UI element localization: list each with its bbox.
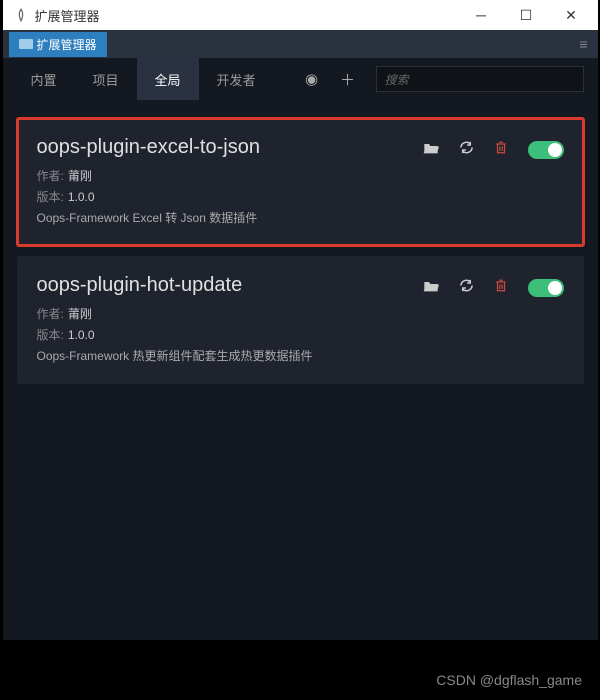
trash-icon[interactable] (494, 278, 508, 297)
folder-icon[interactable] (423, 279, 439, 297)
tab-project[interactable]: 项目 (75, 58, 137, 100)
tab-builtin[interactable]: 内置 (13, 58, 75, 100)
version-line: 版本:1.0.0 (37, 326, 564, 343)
enable-toggle[interactable] (528, 279, 564, 297)
plugin-card: oops-plugin-excel-to-json 作者:莆刚 (17, 118, 584, 246)
plugin-description: Oops-Framework 热更新组件配套生成热更数据插件 (37, 347, 564, 364)
panel-tab-label: 扩展管理器 (37, 36, 97, 53)
titlebar: 扩展管理器 ─ ☐ ✕ (3, 0, 598, 30)
search-placeholder: 搜索 (385, 71, 409, 88)
window-controls: ─ ☐ ✕ (459, 0, 594, 30)
import-icon[interactable]: ◉ (294, 58, 330, 100)
plugin-card: oops-plugin-hot-update 作者:莆刚 (17, 256, 584, 384)
plugin-description: Oops-Framework Excel 转 Json 数据插件 (37, 209, 564, 226)
card-actions (423, 136, 564, 159)
author-line: 作者:莆刚 (37, 167, 564, 184)
panel-tab[interactable]: 扩展管理器 (9, 32, 107, 57)
folder-icon[interactable] (423, 141, 439, 159)
refresh-icon[interactable] (459, 278, 474, 297)
tab-global[interactable]: 全局 (137, 58, 199, 100)
card-header: oops-plugin-excel-to-json (37, 136, 564, 159)
card-header: oops-plugin-hot-update (37, 274, 564, 297)
app-icon (13, 7, 29, 23)
search-input[interactable]: 搜索 (376, 66, 584, 92)
minimize-button[interactable]: ─ (459, 0, 504, 30)
add-icon[interactable]: ＋ (330, 58, 366, 100)
maximize-button[interactable]: ☐ (504, 0, 549, 30)
panel-icon (19, 39, 33, 49)
subheader: 扩展管理器 ≡ (3, 30, 598, 58)
plugin-list: oops-plugin-excel-to-json 作者:莆刚 (3, 100, 598, 640)
refresh-icon[interactable] (459, 140, 474, 159)
menu-icon[interactable]: ≡ (575, 36, 591, 52)
enable-toggle[interactable] (528, 141, 564, 159)
plugin-name: oops-plugin-hot-update (37, 274, 423, 297)
watermark: CSDN @dgflash_game (436, 672, 582, 688)
app-window: 扩展管理器 ─ ☐ ✕ 扩展管理器 ≡ 内置 项目 全局 开发者 ◉ ＋ 搜索 … (3, 0, 598, 640)
version-line: 版本:1.0.0 (37, 188, 564, 205)
window-title: 扩展管理器 (35, 6, 459, 25)
plugin-name: oops-plugin-excel-to-json (37, 136, 423, 159)
author-line: 作者:莆刚 (37, 305, 564, 322)
trash-icon[interactable] (494, 140, 508, 159)
card-actions (423, 274, 564, 297)
tab-developer[interactable]: 开发者 (199, 58, 274, 100)
close-button[interactable]: ✕ (549, 0, 594, 30)
toolbar: 内置 项目 全局 开发者 ◉ ＋ 搜索 (3, 58, 598, 100)
